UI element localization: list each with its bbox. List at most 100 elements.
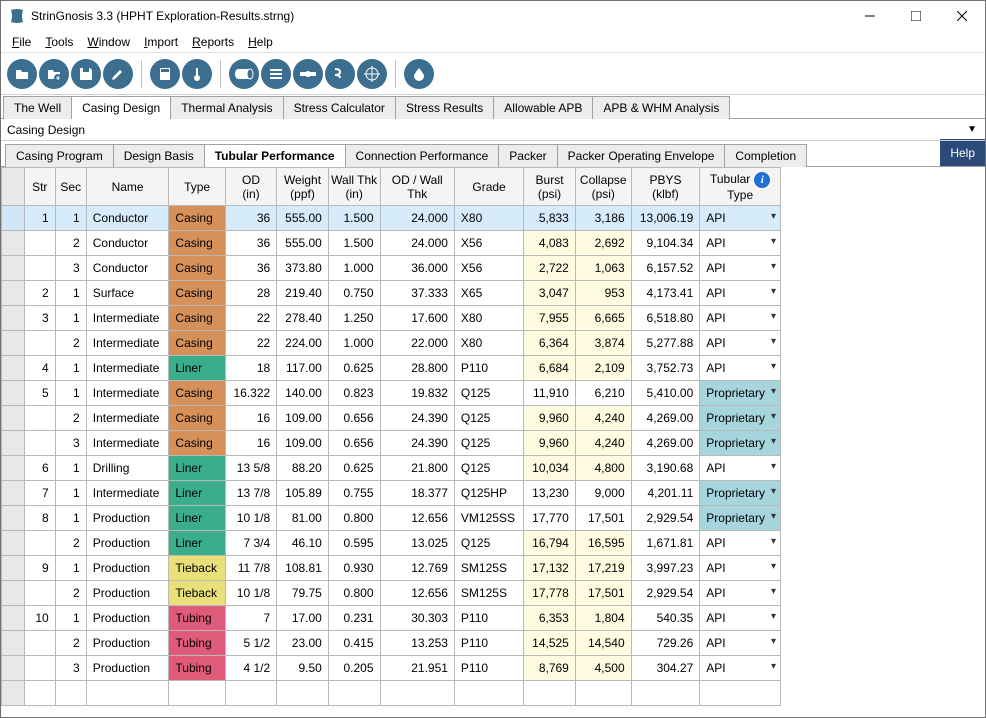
table-row[interactable]: 2ProductionLiner7 3/446.100.59513.025Q12…	[2, 531, 781, 556]
cell[interactable]: 0.231	[328, 606, 380, 631]
table-row[interactable]: 2ConductorCasing36555.001.50024.000X564,…	[2, 231, 781, 256]
cell[interactable]: 16	[225, 431, 276, 456]
cell[interactable]: 1	[55, 556, 86, 581]
cell[interactable]: 79.75	[277, 581, 329, 606]
cell[interactable]: 18	[225, 356, 276, 381]
table-row[interactable]: 2ProductionTubing5 1/223.000.41513.253P1…	[2, 631, 781, 656]
cell[interactable]: Tubing	[169, 631, 225, 656]
row-header[interactable]	[2, 531, 25, 556]
cell[interactable]: Q125	[454, 381, 523, 406]
cell[interactable]: 3,186	[575, 206, 631, 231]
table-row[interactable]: 2IntermediateCasing16109.000.65624.390Q1…	[2, 406, 781, 431]
cell[interactable]: 24.000	[380, 231, 454, 256]
col-header[interactable]: Type	[169, 168, 225, 206]
cell[interactable]: 7 3/4	[225, 531, 276, 556]
cell[interactable]: 1	[55, 606, 86, 631]
table-row[interactable]: 11ConductorCasing36555.001.50024.000X805…	[2, 206, 781, 231]
cell[interactable]: X80	[454, 206, 523, 231]
edit-icon[interactable]	[103, 59, 133, 89]
col-header[interactable]: Name	[86, 168, 169, 206]
table-row[interactable]: 41IntermediateLiner18117.000.62528.800P1…	[2, 356, 781, 381]
cell[interactable]: 24.390	[380, 406, 454, 431]
cell[interactable]: 2,109	[575, 356, 631, 381]
cell[interactable]: 1,804	[575, 606, 631, 631]
cell[interactable]: 1	[55, 281, 86, 306]
row-header[interactable]	[2, 581, 25, 606]
cell[interactable]: 3,190.68	[631, 456, 700, 481]
cell[interactable]: Liner	[169, 356, 225, 381]
menu-tools[interactable]: Tools	[39, 33, 79, 51]
cell[interactable]: 0.625	[328, 356, 380, 381]
cell[interactable]: 0.595	[328, 531, 380, 556]
layers-icon[interactable]	[261, 59, 291, 89]
cell[interactable]: 22	[225, 331, 276, 356]
cell[interactable]: Production	[86, 631, 169, 656]
cell[interactable]: 28.800	[380, 356, 454, 381]
row-header[interactable]	[2, 306, 25, 331]
cell[interactable]: 953	[575, 281, 631, 306]
minimize-button[interactable]	[847, 1, 893, 31]
cell[interactable]: X80	[454, 306, 523, 331]
cell[interactable]: Casing	[169, 381, 225, 406]
cell[interactable]: 224.00	[277, 331, 329, 356]
cell[interactable]: 9.50	[277, 656, 329, 681]
cell[interactable]: 10 1/8	[225, 506, 276, 531]
cell[interactable]: 4,201.11	[631, 481, 700, 506]
cell[interactable]: 12.656	[380, 581, 454, 606]
cell[interactable]: Q125HP	[454, 481, 523, 506]
cell[interactable]: 1	[55, 506, 86, 531]
cell[interactable]: Production	[86, 506, 169, 531]
cell[interactable]: 5 1/2	[225, 631, 276, 656]
col-header[interactable]: Sec	[55, 168, 86, 206]
cell[interactable]: 4,083	[524, 231, 576, 256]
cell[interactable]: 0.625	[328, 456, 380, 481]
table-row[interactable]: 101ProductionTubing717.000.23130.303P110…	[2, 606, 781, 631]
row-header[interactable]	[2, 281, 25, 306]
cell[interactable]: 6,353	[524, 606, 576, 631]
cell[interactable]: API	[700, 631, 781, 656]
cell[interactable]: 3	[55, 256, 86, 281]
cell[interactable]: 1.000	[328, 331, 380, 356]
cell[interactable]: X80	[454, 331, 523, 356]
cell[interactable]: Proprietary	[700, 381, 781, 406]
cell[interactable]: API	[700, 556, 781, 581]
cell[interactable]: 140.00	[277, 381, 329, 406]
tab-allowable-apb[interactable]: Allowable APB	[493, 96, 593, 119]
cell[interactable]: 1	[55, 481, 86, 506]
cell[interactable]: 0.800	[328, 581, 380, 606]
cell[interactable]	[24, 656, 55, 681]
cell[interactable]: Production	[86, 656, 169, 681]
cell[interactable]: 12.769	[380, 556, 454, 581]
cell[interactable]: 2	[55, 581, 86, 606]
col-header[interactable]: TubulariType	[700, 168, 781, 206]
cell[interactable]: Casing	[169, 431, 225, 456]
cell[interactable]: 24.390	[380, 431, 454, 456]
cell[interactable]: Casing	[169, 331, 225, 356]
cell[interactable]: X56	[454, 256, 523, 281]
cell[interactable]: 23.00	[277, 631, 329, 656]
table-row[interactable]: 3ConductorCasing36373.801.00036.000X562,…	[2, 256, 781, 281]
cell[interactable]: 3	[55, 656, 86, 681]
cell[interactable]: 108.81	[277, 556, 329, 581]
table-row[interactable]: 3IntermediateCasing16109.000.65624.390Q1…	[2, 431, 781, 456]
cell[interactable]: 9	[24, 556, 55, 581]
cell[interactable]: 7,955	[524, 306, 576, 331]
cell[interactable]: 4,240	[575, 431, 631, 456]
cell[interactable]: API	[700, 531, 781, 556]
pipe1-icon[interactable]	[229, 59, 259, 89]
cell[interactable]: 6,210	[575, 381, 631, 406]
col-header[interactable]: PBYS(klbf)	[631, 168, 700, 206]
cell[interactable]: Tubing	[169, 656, 225, 681]
cell[interactable]: Casing	[169, 281, 225, 306]
cell[interactable]: Casing	[169, 306, 225, 331]
cell[interactable]: API	[700, 456, 781, 481]
cell[interactable]: 22	[225, 306, 276, 331]
cell[interactable]	[24, 631, 55, 656]
tab-thermal-analysis[interactable]: Thermal Analysis	[170, 96, 283, 119]
cell[interactable]: 2	[55, 231, 86, 256]
cell[interactable]: API	[700, 256, 781, 281]
cell[interactable]: 17,219	[575, 556, 631, 581]
cell[interactable]: Conductor	[86, 231, 169, 256]
cell[interactable]: 105.89	[277, 481, 329, 506]
col-header[interactable]: Weight(ppf)	[277, 168, 329, 206]
